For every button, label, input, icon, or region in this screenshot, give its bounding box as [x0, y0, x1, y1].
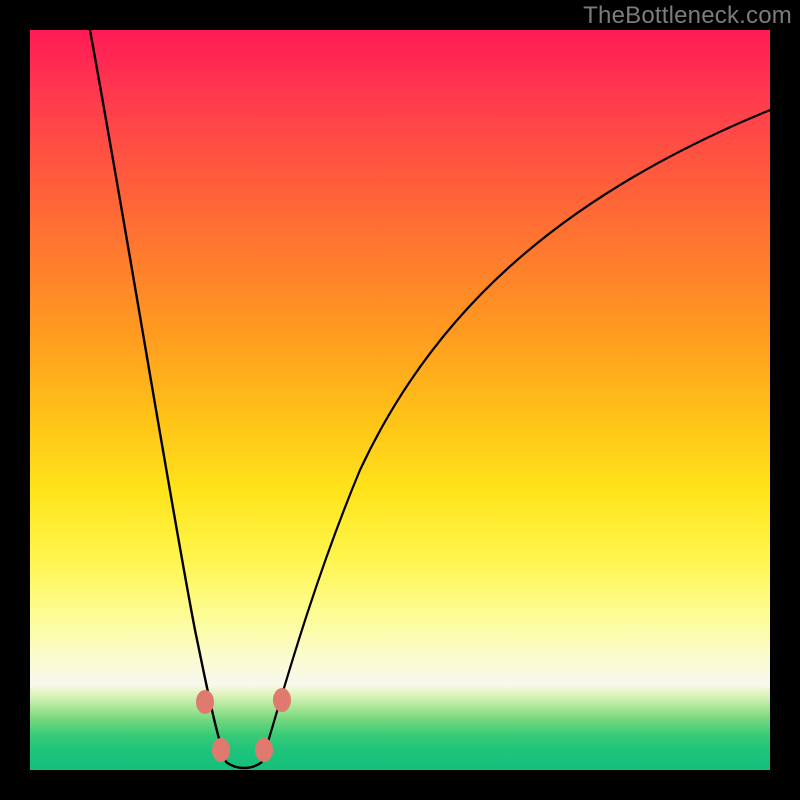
bead-left-lower [212, 738, 230, 762]
bead-left-upper [196, 690, 214, 714]
curve-right-branch [262, 110, 770, 762]
bead-right-lower [255, 738, 273, 762]
watermark-text: TheBottleneck.com [583, 2, 792, 30]
curve-layer [30, 30, 770, 770]
curve-floor [226, 762, 262, 768]
bead-right-upper [273, 688, 291, 712]
plot-area [30, 30, 770, 770]
curve-left-branch [90, 30, 226, 762]
